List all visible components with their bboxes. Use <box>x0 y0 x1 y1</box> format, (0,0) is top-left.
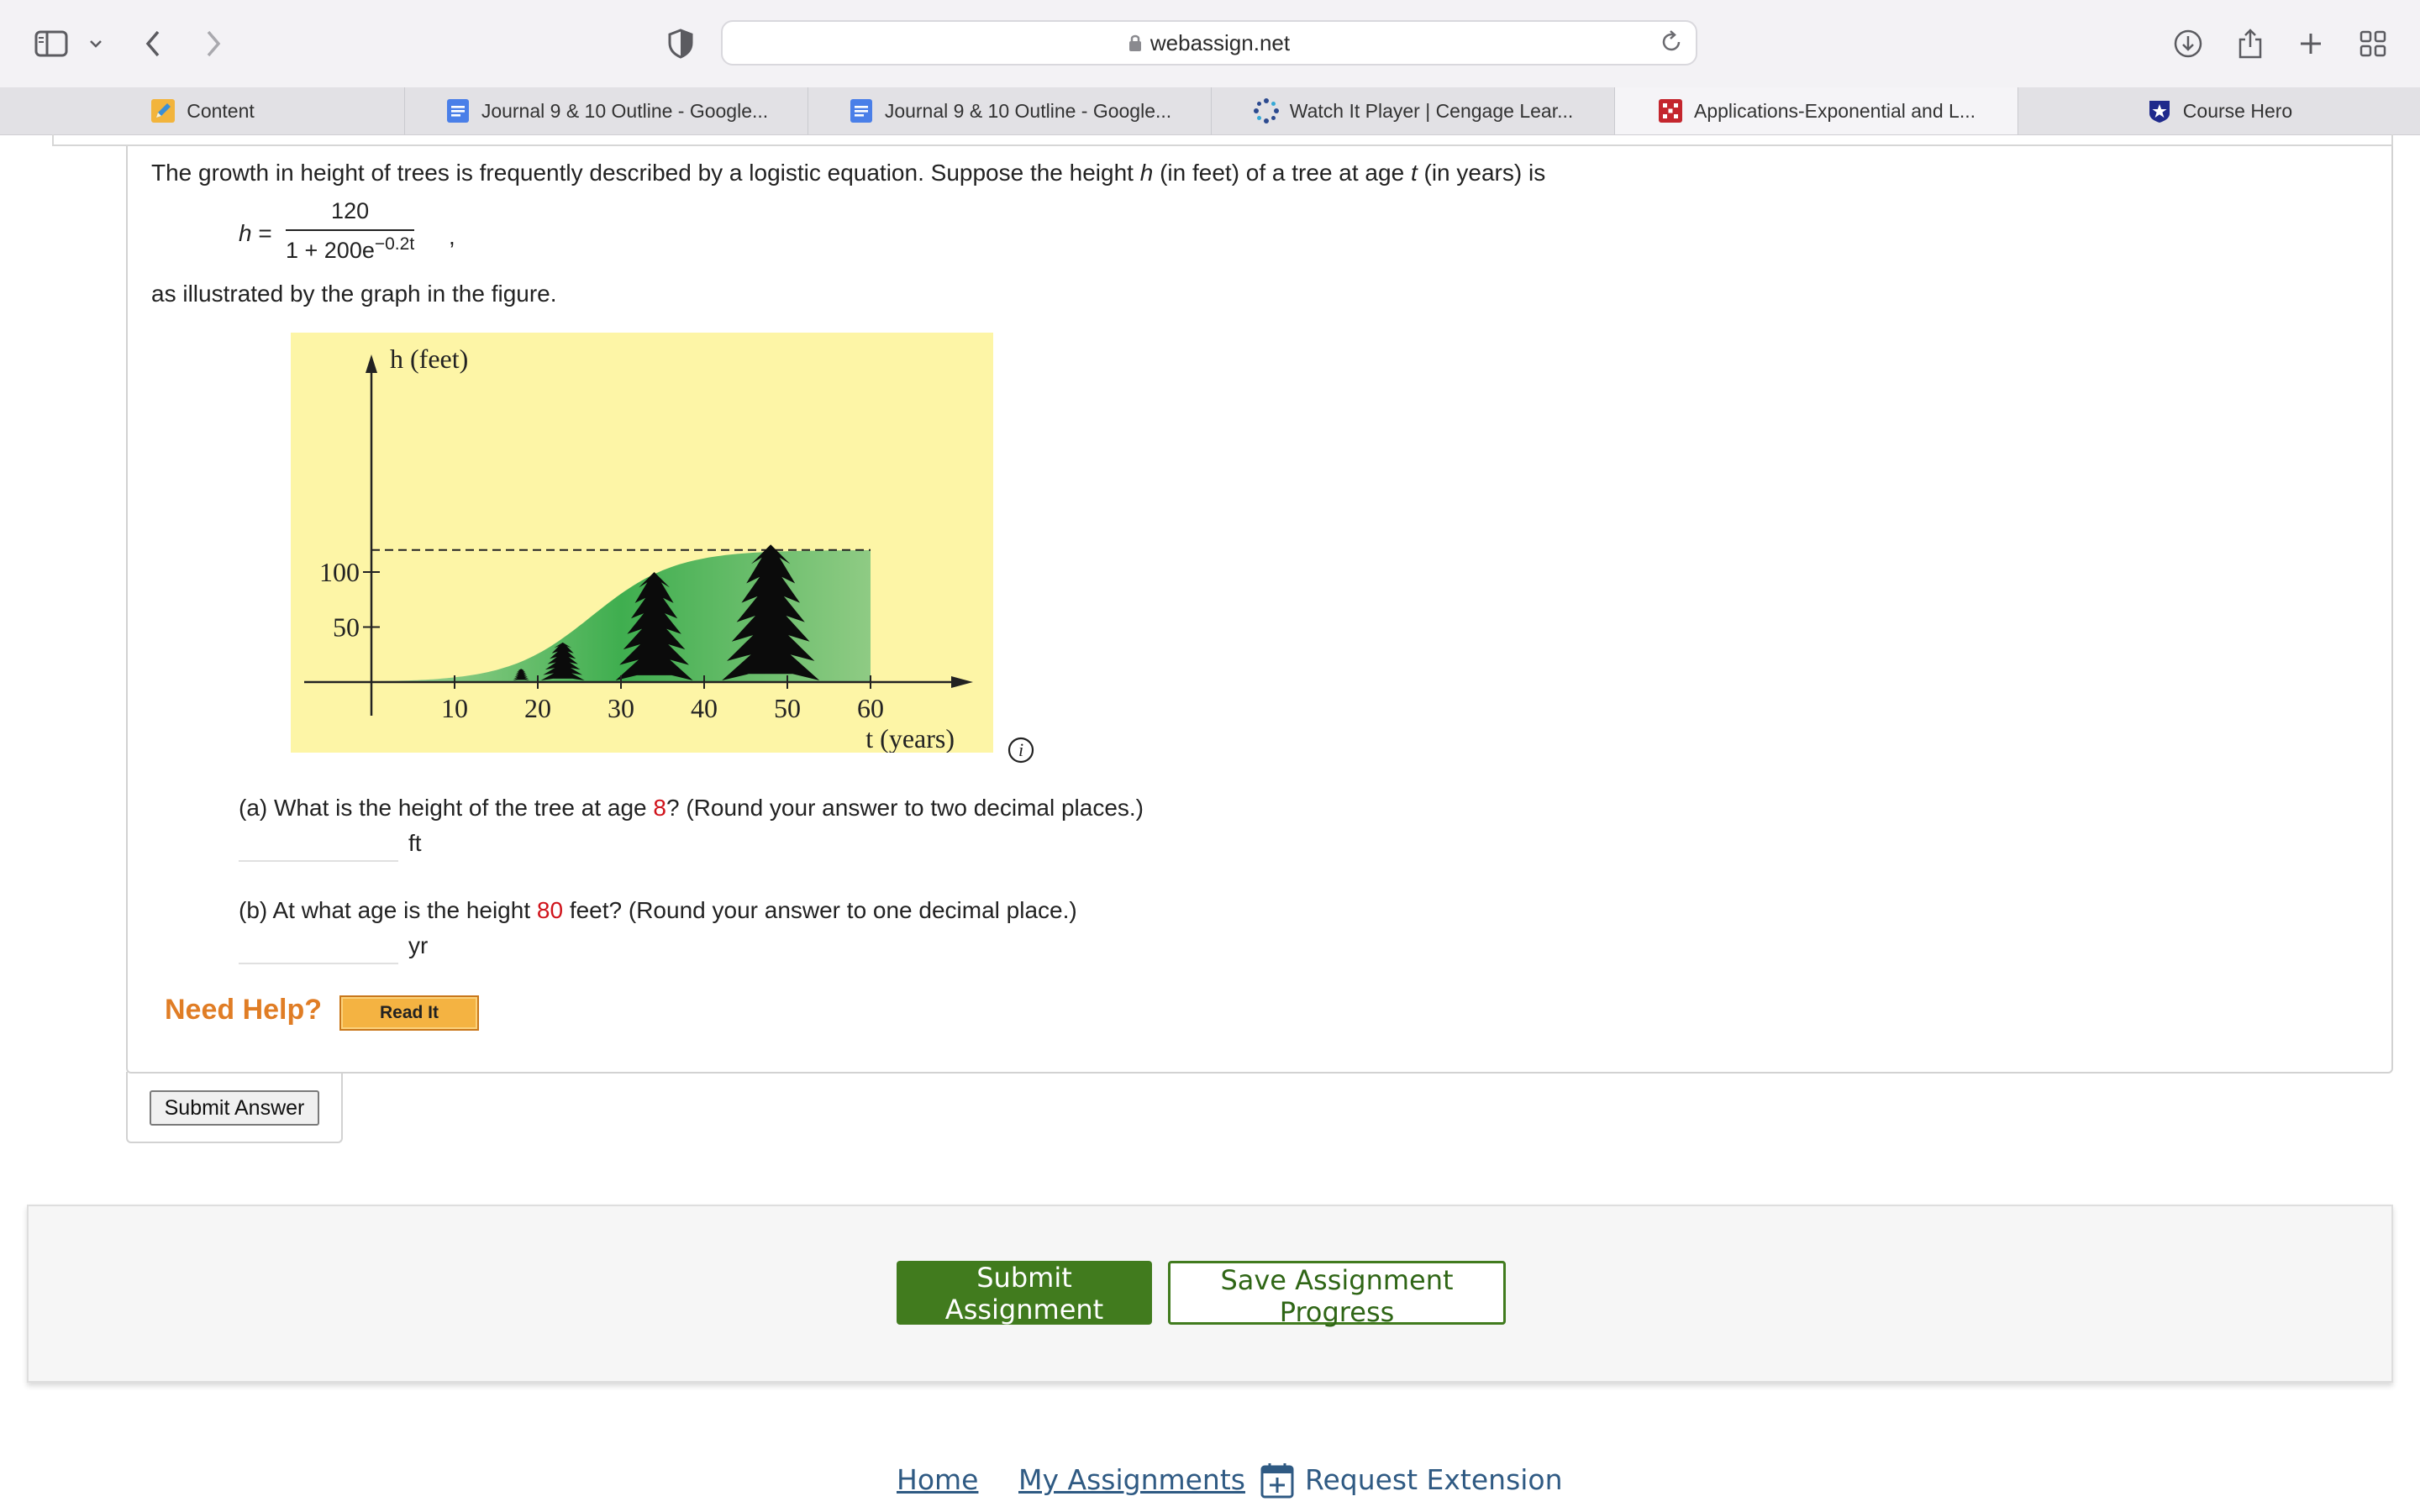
part-a-age-value: 8 <box>653 795 666 821</box>
course-hero-icon <box>2146 97 2173 124</box>
read-it-button[interactable]: Read It <box>339 995 479 1031</box>
part-a-answer-input[interactable] <box>239 825 398 862</box>
y-axis-label: h (feet) <box>390 344 468 374</box>
submit-assignment-button[interactable]: Submit Assignment <box>897 1261 1152 1326</box>
home-link[interactable]: Home <box>897 1463 978 1496</box>
submit-answer-button[interactable]: Submit Answer <box>150 1090 319 1126</box>
lock-icon <box>1128 24 1142 66</box>
previous-panel-edge <box>52 134 2393 146</box>
y-tick-label: 50 <box>333 612 360 643</box>
forward-icon[interactable] <box>198 25 229 62</box>
part-b-question: (b) At what age is the height 80 feet? (… <box>239 897 1077 923</box>
formula-fraction: 120 1 + 200e−0.2t <box>286 198 415 264</box>
x-axis-label: t (years) <box>865 723 955 753</box>
url-text: webassign.net <box>1150 30 1291 55</box>
back-icon[interactable] <box>138 25 168 62</box>
y-tick-label: 100 <box>319 557 360 587</box>
formula-numerator: 120 <box>286 198 415 231</box>
tab-content[interactable]: Content <box>0 87 405 134</box>
cengage-icon <box>1253 97 1280 124</box>
save-progress-button[interactable]: Save Assignment Progress <box>1168 1261 1506 1328</box>
x-tick-label: 30 <box>608 693 634 723</box>
reload-icon[interactable] <box>1659 29 1684 59</box>
part-a-question: (a) What is the height of the tree at ag… <box>239 795 1144 821</box>
tab-applications-exponential[interactable]: Applications-Exponential and L... <box>1615 87 2018 134</box>
x-tick-label: 60 <box>857 693 884 723</box>
tab-journal-outline-2[interactable]: Journal 9 & 10 Outline - Google... <box>808 87 1212 134</box>
new-tab-icon[interactable] <box>2296 25 2326 62</box>
address-bar[interactable]: webassign.net <box>721 20 1697 66</box>
sidebar-toggle-icon[interactable] <box>32 25 71 62</box>
tab-overview-icon[interactable] <box>2358 25 2388 62</box>
tab-course-hero[interactable]: Course Hero <box>2018 87 2420 134</box>
tab-journal-outline-1[interactable]: Journal 9 & 10 Outline - Google... <box>405 87 808 134</box>
request-extension-link[interactable]: Request Extension <box>1305 1463 1563 1496</box>
google-docs-icon <box>445 97 471 124</box>
part-a-unit: ft <box>408 830 422 856</box>
tab-bar: Content Journal 9 & 10 Outline - Google.… <box>0 87 2420 135</box>
calendar-plus-icon[interactable] <box>1260 1462 1294 1499</box>
figure-background <box>291 333 993 753</box>
need-help-label: Need Help? <box>165 994 323 1026</box>
part-b-height-value: 80 <box>536 897 564 923</box>
webassign-icon <box>1657 97 1684 124</box>
figure-caption: as illustrated by the graph in the figur… <box>151 281 557 307</box>
x-tick-label: 20 <box>524 693 551 723</box>
share-icon[interactable] <box>2235 25 2265 62</box>
part-b-answer-input[interactable] <box>239 927 398 964</box>
browser-toolbar: webassign.net <box>0 0 2420 88</box>
downloads-icon[interactable] <box>2171 25 2205 62</box>
privacy-shield-icon[interactable] <box>664 25 697 62</box>
part-b-unit: yr <box>408 932 429 958</box>
question-intro: The growth in height of trees is frequen… <box>151 160 1546 186</box>
x-tick-label: 50 <box>774 693 801 723</box>
pencil-icon <box>150 97 176 124</box>
tab-cengage-player[interactable]: Watch It Player | Cengage Lear... <box>1212 87 1615 134</box>
formula-exponent: −0.2t <box>374 234 415 254</box>
info-icon[interactable]: i <box>1007 736 1035 764</box>
logistic-growth-figure: 10 20 30 40 50 60 100 50 h (feet) t (years) <box>291 333 993 753</box>
x-tick-label: 40 <box>691 693 718 723</box>
google-docs-icon <box>848 97 875 124</box>
svg-text:i: i <box>1018 739 1023 760</box>
chevron-down-icon[interactable] <box>84 25 108 62</box>
x-tick-label: 10 <box>441 693 468 723</box>
formula-lhs: h = <box>239 220 272 246</box>
formula-denominator: 1 + 200e−0.2t <box>286 234 415 263</box>
my-assignments-link[interactable]: My Assignments <box>1018 1463 1245 1496</box>
formula-comma: , <box>449 223 455 249</box>
